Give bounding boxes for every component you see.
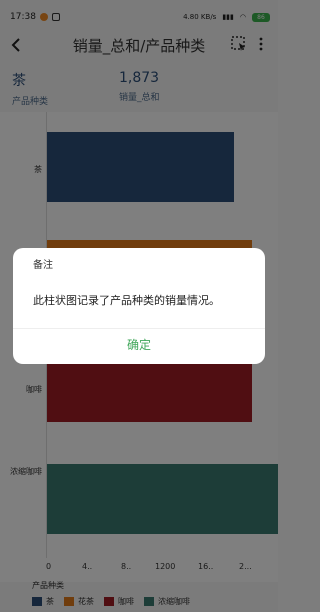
- confirm-button[interactable]: 确定: [13, 336, 265, 353]
- dialog-title: 备注: [33, 260, 53, 271]
- note-dialog: 备注 此柱状图记录了产品种类的销量情况。 确定: [13, 248, 265, 364]
- dialog-divider: [13, 328, 265, 329]
- dialog-message: 此柱状图记录了产品种类的销量情况。: [33, 294, 220, 307]
